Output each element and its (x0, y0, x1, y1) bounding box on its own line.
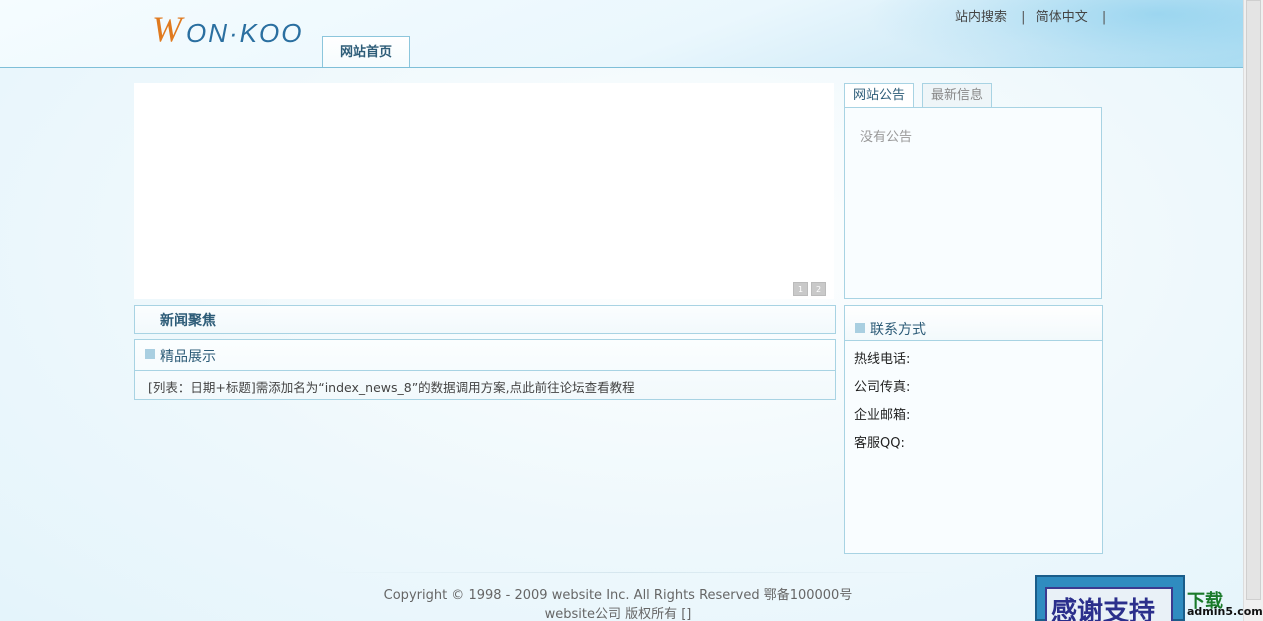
watermark-site: admin5.com (1187, 605, 1263, 618)
logo-text: ON·KOO (186, 18, 304, 48)
square-bullet-icon (855, 323, 865, 333)
separator: | (1101, 10, 1107, 25)
contact-header: 联系方式 (845, 306, 1102, 341)
watermark-text: 感谢支持 (1051, 597, 1156, 621)
page: W ON·KOO 站内搜索 | 简体中文 | 网站首页 1 2 网站公告 最新信… (0, 0, 1243, 621)
logo-mark: W (152, 9, 182, 49)
watermark-box: 感谢支持 (1035, 575, 1185, 621)
footer-divider (320, 572, 940, 573)
news-focus-bar: 新闻聚焦 (134, 305, 836, 334)
watermark-badge: 感谢支持 下载 admin5.com (1035, 575, 1263, 621)
separator: | (1021, 10, 1026, 25)
banner-slideshow[interactable]: 1 2 (134, 83, 834, 299)
contact-phone: 热线电话: (854, 352, 911, 367)
news-focus-title[interactable]: 新闻聚焦 (160, 310, 216, 330)
banner-pager: 1 2 (793, 282, 826, 296)
products-header: 精品展示 (135, 340, 835, 371)
notice-empty-text: 没有公告 (860, 130, 913, 145)
products-box: 精品展示 [列表：日期+标题]需添加名为“index_news_8”的数据调用方… (134, 339, 836, 400)
top-links: 站内搜索 | 简体中文 | (955, 6, 1112, 25)
products-note-link[interactable]: [列表：日期+标题]需添加名为“index_news_8”的数据调用方案,点此前… (148, 377, 635, 396)
products-title[interactable]: 精品展示 (160, 346, 216, 366)
scrollbar-thumb[interactable] (1246, 0, 1261, 600)
contact-email: 企业邮箱: (854, 408, 911, 423)
contact-title: 联系方式 (870, 322, 926, 338)
vertical-scrollbar[interactable] (1243, 0, 1263, 621)
language-link[interactable]: 简体中文 (1036, 10, 1088, 25)
site-search-link[interactable]: 站内搜索 (955, 10, 1007, 25)
contact-fax: 公司传真: (854, 380, 911, 395)
header: W ON·KOO 站内搜索 | 简体中文 | 网站首页 (0, 0, 1243, 68)
nav-tab-home[interactable]: 网站首页 (322, 36, 410, 67)
tab-announcements[interactable]: 网站公告 (844, 83, 914, 108)
tab-latest-info[interactable]: 最新信息 (922, 83, 992, 108)
banner-page-2[interactable]: 2 (811, 282, 826, 296)
contact-box: 联系方式 热线电话: 公司传真: 企业邮箱: 客服QQ: (844, 305, 1103, 554)
logo[interactable]: W ON·KOO (150, 8, 304, 54)
square-bullet-icon (145, 349, 155, 359)
notice-panel: 没有公告 (844, 107, 1102, 299)
banner-page-1[interactable]: 1 (793, 282, 808, 296)
contact-qq: 客服QQ: (854, 436, 905, 451)
